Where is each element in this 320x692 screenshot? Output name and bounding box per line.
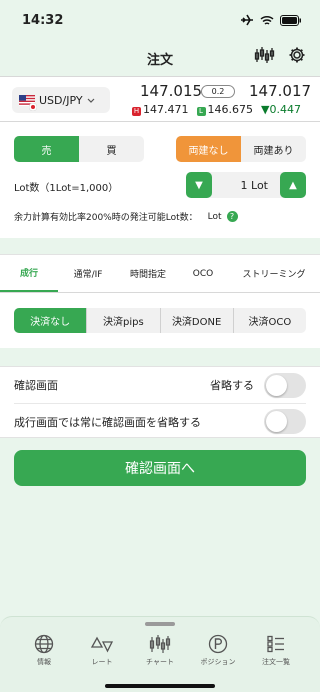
nav-chart[interactable]: チャート [132,634,188,667]
hedge-off-button[interactable]: 両建なし [176,136,241,162]
drag-handle[interactable] [145,622,175,626]
hedge-on-button[interactable]: 両建あり [241,136,306,162]
spread-badge: 0.2 [201,85,235,98]
margin-note-text: 余力計算有効比率200%時の発注可能Lot数： [14,213,198,223]
low-value-group: L 146.675 [196,103,254,116]
nav-info[interactable]: 情報 [16,634,72,667]
settle-oco-button[interactable]: 決済OCO [234,308,306,333]
always-skip-row: 成行画面では常に確認画面を省略する [14,403,306,439]
nav-info-label: 情報 [37,658,51,666]
nav-rate-label: レート [91,658,113,666]
position-p-icon [190,634,246,654]
confirm-label: 確認画面 [14,379,58,392]
skip-confirm-toggle[interactable] [264,372,306,398]
nav-order-list-label: 注文一覧 [262,658,290,666]
always-skip-label: 成行画面では常に確認画面を省略する [14,415,201,429]
order-panel: 売 買 両建なし 両建あり Lot数（1Lot=1,000） ▼ 1 Lot ▲… [0,122,320,238]
tab-oco[interactable]: OCO [178,255,228,292]
rate-panel: USD/JPY 147.015 0.2 147.017 H 147.471 L 14… [0,76,320,122]
margin-note: 余力計算有効比率200%時の発注可能Lot数： Lot ? [14,210,238,223]
lot-increase-button[interactable]: ▲ [280,172,306,198]
buy-button[interactable]: 買 [79,136,144,162]
bottom-nav: 情報 レート チャート ポジション 注文一覧 [0,616,320,692]
status-time: 14:32 [22,12,64,28]
confirm-row: 確認画面 省略する [14,367,306,403]
nav-order-list[interactable]: 注文一覧 [248,634,304,667]
nav-position-label: ポジション [200,658,236,666]
chart-candles-icon [132,634,188,654]
battery-icon [280,11,302,30]
wifi-icon [260,11,274,30]
chevron-down-icon [87,94,95,107]
help-icon[interactable]: ? [226,211,238,222]
hedge-selector: 両建なし 両建あり [176,136,306,162]
status-bar: 14:32 [0,0,320,40]
jp-flag-icon [28,101,38,114]
settle-done-button[interactable]: 決済DONE [161,308,234,333]
lot-decrease-button[interactable]: ▼ [186,172,212,198]
settle-selector: 決済なし 決済pips 決済DONE 決済OCO [14,308,306,333]
order-list-icon [248,634,304,654]
currency-pair-label: USD/JPY [39,93,83,107]
ask-price: 147.017 [249,82,312,100]
low-price: 146.675 [207,103,254,116]
change-value: 0.447 [269,103,301,116]
high-price: 147.471 [143,103,189,116]
globe-icon [16,634,72,654]
bid-price: 147.015 [140,82,203,100]
nav-position[interactable]: ポジション [190,634,246,667]
rate-triangles-icon [74,634,130,654]
settle-none-button[interactable]: 決済なし [14,308,88,333]
home-indicator [105,684,215,688]
lot-value[interactable]: 1 Lot [212,179,280,192]
page-title: 注文 [146,52,173,68]
currency-pair-select[interactable]: USD/JPY [12,87,110,113]
confirm-screen-button[interactable]: 確認画面へ [14,450,306,486]
order-type-panel: 成行 通常/IF 時間指定 OCO ストリーミング 決済なし 決済pips 決済… [0,254,320,348]
lot-label: Lot数（1Lot=1,000） [14,183,119,194]
lot-stepper: ▼ 1 Lot ▲ [186,172,306,198]
order-type-tabs: 成行 通常/IF 時間指定 OCO ストリーミング [0,255,320,293]
low-badge: L [196,107,206,116]
high-badge: H [132,107,141,116]
always-skip-toggle[interactable] [264,409,306,434]
change-group: ▼0.447 [261,103,301,116]
high-value-group: H 147.471 [132,103,189,116]
nav-rate[interactable]: レート [74,634,130,667]
side-selector: 売 買 [14,136,144,162]
margin-unit: Lot [207,211,222,222]
settle-pips-button[interactable]: 決済pips [87,308,161,333]
tab-time[interactable]: 時間指定 [118,255,178,292]
nav-header: 注文 [0,40,320,76]
nav-chart-label: チャート [146,658,174,666]
tab-normal-if[interactable]: 通常/IF [58,255,118,292]
confirm-settings: 確認画面 省略する 成行画面では常に確認画面を省略する [0,366,320,438]
tab-market[interactable]: 成行 [0,255,58,292]
airplane-icon [240,11,254,30]
sell-button[interactable]: 売 [14,136,79,162]
tab-streaming[interactable]: ストリーミング [228,255,320,292]
candlestick-icon[interactable] [254,46,276,68]
skip-label: 省略する [210,379,254,392]
gear-icon[interactable] [288,46,306,68]
